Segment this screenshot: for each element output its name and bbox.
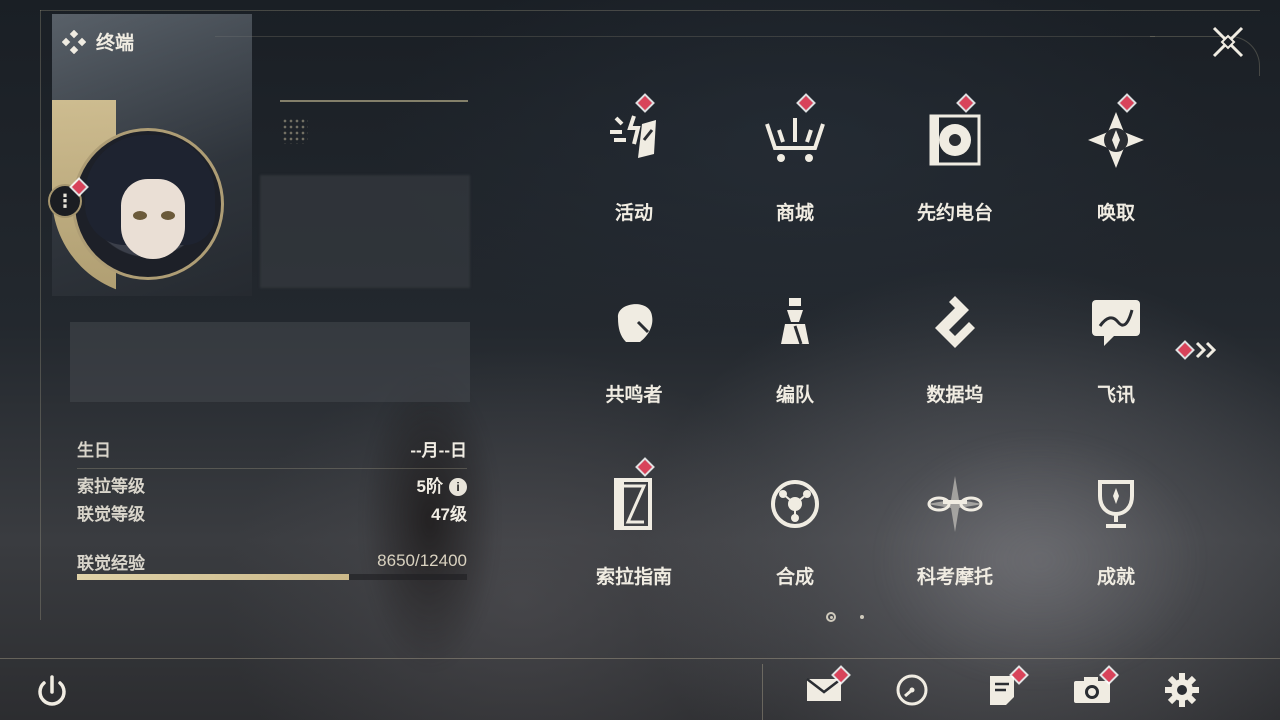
page-dot-active[interactable]	[826, 612, 836, 622]
avatar-eye	[161, 211, 175, 220]
notification-badge	[798, 95, 814, 111]
menu-item-chat[interactable]: 飞讯	[1036, 276, 1196, 426]
notes-button[interactable]	[980, 667, 1027, 710]
union-exp-progress-bar	[77, 574, 467, 580]
settings-button[interactable]	[1160, 670, 1204, 710]
bottom-bar-separator	[762, 664, 763, 720]
union-level-row: 联觉等级 47级	[77, 500, 467, 524]
menu-item-convene-compass[interactable]: 唤取	[1036, 94, 1196, 244]
page-title: 终端	[96, 33, 135, 54]
birthday-value: --月--日	[410, 440, 467, 460]
notification-badge	[1177, 342, 1193, 358]
synthesis-icon	[765, 474, 825, 534]
motorbike-icon	[925, 474, 985, 534]
info-icon[interactable]: i	[449, 478, 467, 497]
menu-item-label: 活动	[614, 203, 653, 224]
menu-item-synthesis[interactable]: 合成	[715, 458, 875, 608]
camera-button[interactable]	[1070, 667, 1117, 710]
menu-item-label: 飞讯	[1096, 385, 1135, 406]
union-exp-label: 联觉经验	[77, 553, 145, 573]
guidebook-icon	[604, 474, 664, 534]
menu-item-label: 先约电台	[916, 203, 993, 224]
radio-icon	[925, 110, 985, 170]
notification-badge	[958, 95, 974, 111]
notification-badge	[637, 459, 653, 475]
decorative-dot-grid	[282, 118, 308, 144]
player-name-panel-blurred	[260, 175, 470, 288]
team-chess-icon	[765, 292, 825, 352]
menu-item-activity[interactable]: 活动	[554, 94, 714, 244]
menu-item-label: 科考摩托	[916, 567, 993, 588]
next-page-button[interactable]	[1177, 340, 1220, 360]
clock-button[interactable]	[890, 670, 934, 710]
notification-badge	[1119, 95, 1135, 111]
settings-gear-icon	[1165, 673, 1199, 707]
menu-item-label: 索拉指南	[595, 567, 672, 588]
sola-level-row: 索拉等级 5阶 i	[77, 472, 467, 497]
clock-icon	[896, 674, 928, 706]
union-exp-progress-fill	[77, 574, 350, 580]
notification-badge	[637, 95, 653, 111]
union-level-value: 47级	[431, 504, 467, 524]
avatar[interactable]	[72, 128, 224, 280]
page-dot[interactable]	[860, 615, 864, 619]
resonator-icon	[604, 292, 664, 352]
menu-item-team-chess[interactable]: 编队	[715, 276, 875, 426]
double-chevron-right-icon	[1195, 341, 1217, 359]
mail-icon	[806, 678, 842, 701]
page-indicator	[826, 612, 864, 622]
menu-item-label: 数据坞	[926, 385, 984, 406]
union-level-label: 联觉等级	[77, 504, 145, 524]
menu-item-databank[interactable]: 数据坞	[875, 276, 1035, 426]
sola-level-label: 索拉等级	[77, 476, 145, 496]
union-exp-row: 联觉经验 8650/12400	[77, 549, 467, 573]
menu-item-label: 成就	[1096, 567, 1135, 588]
menu-item-label: 编队	[775, 385, 814, 406]
close-icon[interactable]	[1208, 22, 1248, 62]
activity-icon	[604, 110, 664, 170]
menu-item-guidebook[interactable]: 索拉指南	[554, 458, 714, 608]
sola-level-value: 5阶	[416, 476, 443, 496]
menu-item-shop-cart[interactable]: 商城	[715, 94, 875, 244]
player-signature-panel-blurred	[70, 322, 470, 402]
frame-line	[40, 10, 1260, 11]
mail-button[interactable]	[802, 667, 849, 710]
terminal-diamond-icon	[62, 29, 86, 54]
menu-item-trophy[interactable]: 成就	[1036, 458, 1196, 608]
birthday-row: 生日 --月--日	[77, 436, 467, 460]
divider	[280, 100, 468, 102]
shop-cart-icon	[765, 110, 825, 170]
chat-icon	[1086, 292, 1146, 352]
sola-level-value-wrap: 5阶 i	[417, 472, 467, 497]
bottom-bar-line	[0, 658, 1280, 659]
menu-item-label: 商城	[775, 203, 814, 224]
notes-icon	[990, 676, 1014, 705]
union-exp-value: 8650/12400	[377, 551, 467, 570]
frame-line	[40, 10, 41, 620]
menu-item-resonator[interactable]: 共鸣者	[554, 276, 714, 426]
avatar-face	[121, 179, 185, 259]
trophy-icon	[1086, 474, 1146, 534]
page-header: 终端	[62, 28, 134, 55]
menu-item-motorbike[interactable]: 科考摩托	[875, 458, 1035, 608]
convene-compass-icon	[1086, 110, 1146, 170]
birthday-label: 生日	[77, 440, 111, 460]
menu-item-radio[interactable]: 先约电台	[875, 94, 1035, 244]
avatar-eye	[133, 211, 147, 220]
menu-item-label: 共鸣者	[605, 385, 663, 406]
menu-item-label: 唤取	[1096, 203, 1135, 224]
menu-item-label: 合成	[775, 567, 814, 588]
frame-line	[215, 36, 1155, 37]
divider	[77, 468, 467, 469]
power-icon[interactable]	[32, 672, 72, 712]
databank-icon	[925, 292, 985, 352]
